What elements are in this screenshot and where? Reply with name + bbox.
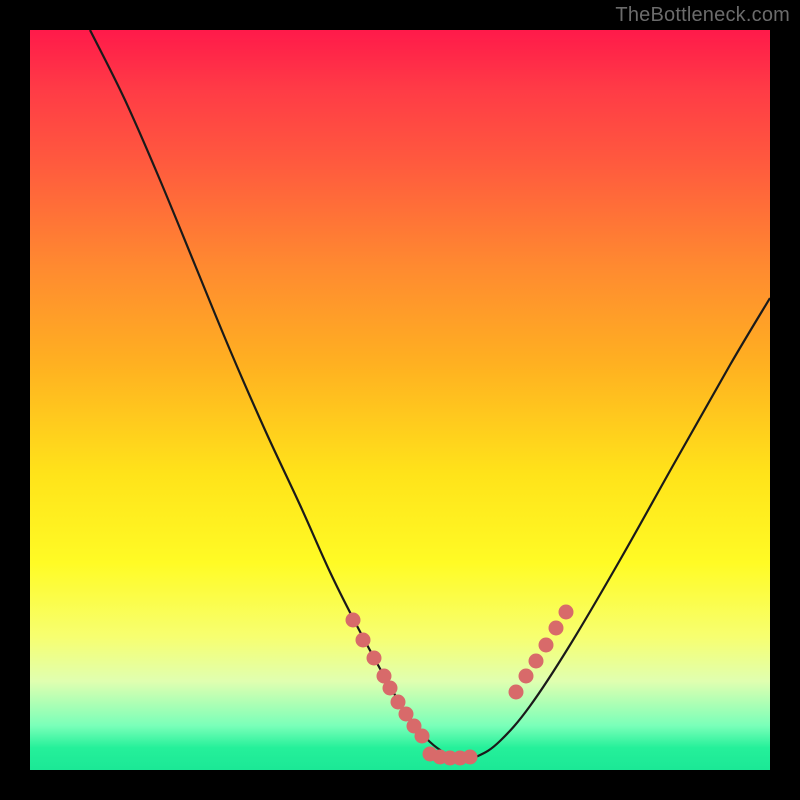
highlight-dots-left [346,613,430,744]
highlight-dot [346,613,361,628]
highlight-dots-right [509,605,574,700]
plot-area [30,30,770,770]
highlight-dot [519,669,534,684]
curve-svg [30,30,770,770]
watermark-text: TheBottleneck.com [615,4,790,27]
highlight-dot [529,654,544,669]
highlight-dot [539,638,554,653]
chart-frame: TheBottleneck.com [0,0,800,800]
frame-border-left [0,0,30,800]
highlight-dot [367,651,382,666]
highlight-dot [356,633,371,648]
frame-border-bottom [0,770,800,800]
highlight-dot [509,685,524,700]
highlight-dot [463,750,478,765]
highlight-dot [559,605,574,620]
bottleneck-curve-line [90,30,770,759]
highlight-dot [383,681,398,696]
frame-border-right [770,0,800,800]
highlight-dots-bottom [423,747,478,766]
highlight-dot [549,621,564,636]
highlight-dot [415,729,430,744]
